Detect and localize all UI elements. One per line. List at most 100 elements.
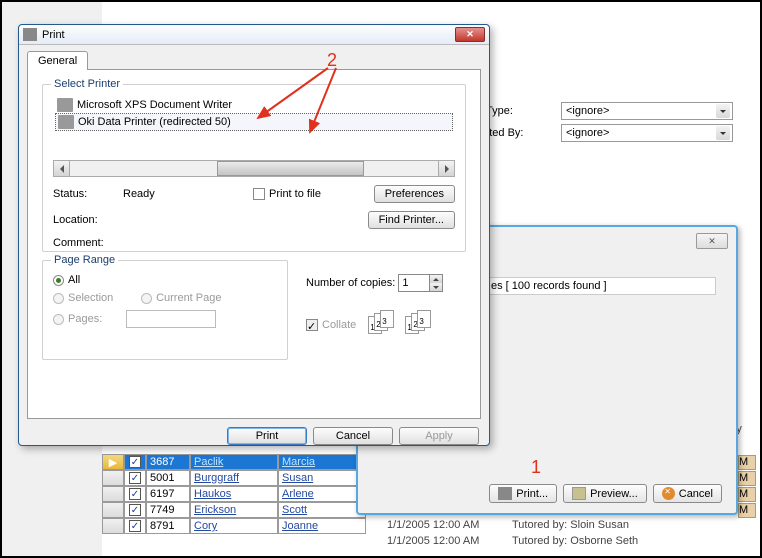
- filter-row-created: eated By: <ignore>: [477, 124, 733, 142]
- row-checkbox-cell[interactable]: ✓: [124, 454, 146, 470]
- location-label: Location:: [53, 214, 123, 226]
- tab-body: Select Printer Microsoft XPS Document Wr…: [27, 69, 481, 419]
- firstname-cell[interactable]: Susan: [278, 470, 366, 486]
- preferences-button[interactable]: Preferences: [374, 185, 455, 203]
- lastname-cell[interactable]: Burggraff: [190, 470, 278, 486]
- table-row[interactable]: ✓ 7749EricksonScott: [102, 502, 382, 518]
- status-value: Ready: [123, 188, 253, 200]
- all-label: All: [68, 274, 80, 286]
- id-cell: 3687: [146, 454, 190, 470]
- preview-icon: [572, 487, 586, 500]
- lastname-cell[interactable]: Haukos: [190, 486, 278, 502]
- collate-checkbox: ✓: [306, 319, 318, 331]
- row-badge: M: [738, 487, 756, 502]
- annotation-2: 2: [327, 50, 337, 71]
- table-row[interactable]: ✓ 5001BurggraffSusan: [102, 470, 382, 486]
- collate-label: Collate: [322, 319, 356, 331]
- type-dropdown[interactable]: <ignore>: [561, 102, 733, 120]
- firstname-cell[interactable]: Scott: [278, 502, 366, 518]
- tab-general[interactable]: General: [27, 51, 88, 70]
- scroll-thumb[interactable]: [217, 161, 364, 176]
- id-cell: 5001: [146, 470, 190, 486]
- row-header[interactable]: ▶: [102, 454, 124, 470]
- row-header[interactable]: [102, 470, 124, 486]
- comment-label: Comment:: [53, 237, 123, 249]
- lastname-cell[interactable]: Paclik: [190, 454, 278, 470]
- spin-up[interactable]: [429, 275, 442, 283]
- print-to-file-checkbox[interactable]: [253, 188, 265, 200]
- dialog-print-button[interactable]: Print: [227, 427, 307, 445]
- printer-icon: [58, 115, 74, 129]
- selection-label: Selection: [68, 292, 138, 304]
- id-cell: 7749: [146, 502, 190, 518]
- printer-item[interactable]: Microsoft XPS Document Writer: [55, 97, 453, 113]
- firstname-cell[interactable]: Marcia: [278, 454, 366, 470]
- firstname-cell[interactable]: Arlene: [278, 486, 366, 502]
- checkbox-icon[interactable]: ✓: [129, 488, 141, 500]
- spin-down[interactable]: [429, 283, 442, 291]
- hscrollbar[interactable]: [53, 160, 455, 177]
- row-header[interactable]: [102, 518, 124, 534]
- pages-radio: [53, 314, 64, 325]
- chevron-down-icon: [716, 104, 730, 118]
- copies-row: Number of copies:: [306, 274, 456, 292]
- table-row[interactable]: ✓6197HaukosArlene: [102, 486, 382, 502]
- created-value: <ignore>: [566, 127, 609, 139]
- dialog-buttons: Print Cancel Apply: [19, 427, 489, 455]
- table-row[interactable]: ▶ ✓ 3687PaclikMarcia: [102, 454, 382, 470]
- print-button[interactable]: Print...: [489, 484, 557, 503]
- preview-button[interactable]: Preview...: [563, 484, 647, 503]
- printer-item[interactable]: Oki Data Printer (redirected 50): [55, 113, 453, 131]
- collate-icon: 123: [405, 310, 435, 336]
- row-checkbox-cell[interactable]: ✓: [124, 502, 146, 518]
- printer-group: Select Printer Microsoft XPS Document Wr…: [42, 84, 466, 252]
- checkbox-icon[interactable]: ✓: [129, 472, 141, 484]
- lastname-cell[interactable]: Cory: [190, 518, 278, 534]
- firstname-cell[interactable]: Joanne: [278, 518, 366, 534]
- comment-row: Comment:: [53, 237, 455, 249]
- cancel-button[interactable]: Cancel: [653, 484, 722, 503]
- scroll-right-button[interactable]: [438, 160, 455, 177]
- id-cell: 8791: [146, 518, 190, 534]
- grid-date-cell: 1/1/2005 12:00 AM: [387, 535, 479, 547]
- all-radio[interactable]: [53, 275, 64, 286]
- print-to-file-label: Print to file: [269, 188, 321, 200]
- row-checkbox-cell[interactable]: ✓: [124, 470, 146, 486]
- row-badge: M: [738, 503, 756, 518]
- printer-list[interactable]: Microsoft XPS Document WriterOki Data Pr…: [53, 95, 455, 157]
- checkbox-icon[interactable]: ✓: [129, 520, 141, 532]
- find-printer-button[interactable]: Find Printer...: [368, 211, 455, 229]
- titlebar[interactable]: Print ✕: [19, 25, 489, 45]
- status-label: Status:: [53, 188, 123, 200]
- checkbox-icon[interactable]: ✓: [129, 504, 141, 516]
- row-header[interactable]: [102, 502, 124, 518]
- printer-icon: [498, 487, 512, 500]
- copies-spinner[interactable]: [398, 274, 443, 292]
- close-button[interactable]: ✕: [696, 233, 728, 249]
- scroll-left-button[interactable]: [53, 160, 70, 177]
- checkbox-icon[interactable]: ✓: [129, 456, 141, 468]
- results-grid[interactable]: ▶ ✓ 3687PaclikMarcia ✓ 5001BurggraffSusan✓61…: [102, 454, 382, 534]
- created-dropdown[interactable]: <ignore>: [561, 124, 733, 142]
- row-checkbox-cell[interactable]: ✓: [124, 486, 146, 502]
- annotation-1: 1: [531, 457, 541, 478]
- scroll-track[interactable]: [70, 160, 438, 177]
- current-page-label: Current Page: [156, 292, 221, 304]
- current-page-radio: [141, 293, 152, 304]
- page-range-title: Page Range: [51, 254, 118, 266]
- copies-input[interactable]: [399, 275, 429, 291]
- dialog-button-row: Print... Preview... Cancel: [489, 484, 722, 503]
- close-button[interactable]: ✕: [455, 27, 485, 42]
- print-dialog: Print ✕ General Select Printer Microsoft…: [18, 24, 490, 446]
- selection-radio: [53, 293, 64, 304]
- printer-icon: [57, 98, 73, 112]
- pages-label: Pages:: [68, 313, 123, 325]
- page-range-group: Page Range All Selection Current Page Pa…: [42, 260, 288, 360]
- table-row[interactable]: ✓ 8791CoryJoanne: [102, 518, 382, 534]
- lastname-cell[interactable]: Erickson: [190, 502, 278, 518]
- row-checkbox-cell[interactable]: ✓: [124, 518, 146, 534]
- row-header[interactable]: [102, 486, 124, 502]
- filter-row-type: g Type: <ignore>: [477, 102, 733, 120]
- dialog-cancel-button[interactable]: Cancel: [313, 427, 393, 445]
- grid-tutor-cell: Tutored by: Sloin Susan: [512, 519, 629, 531]
